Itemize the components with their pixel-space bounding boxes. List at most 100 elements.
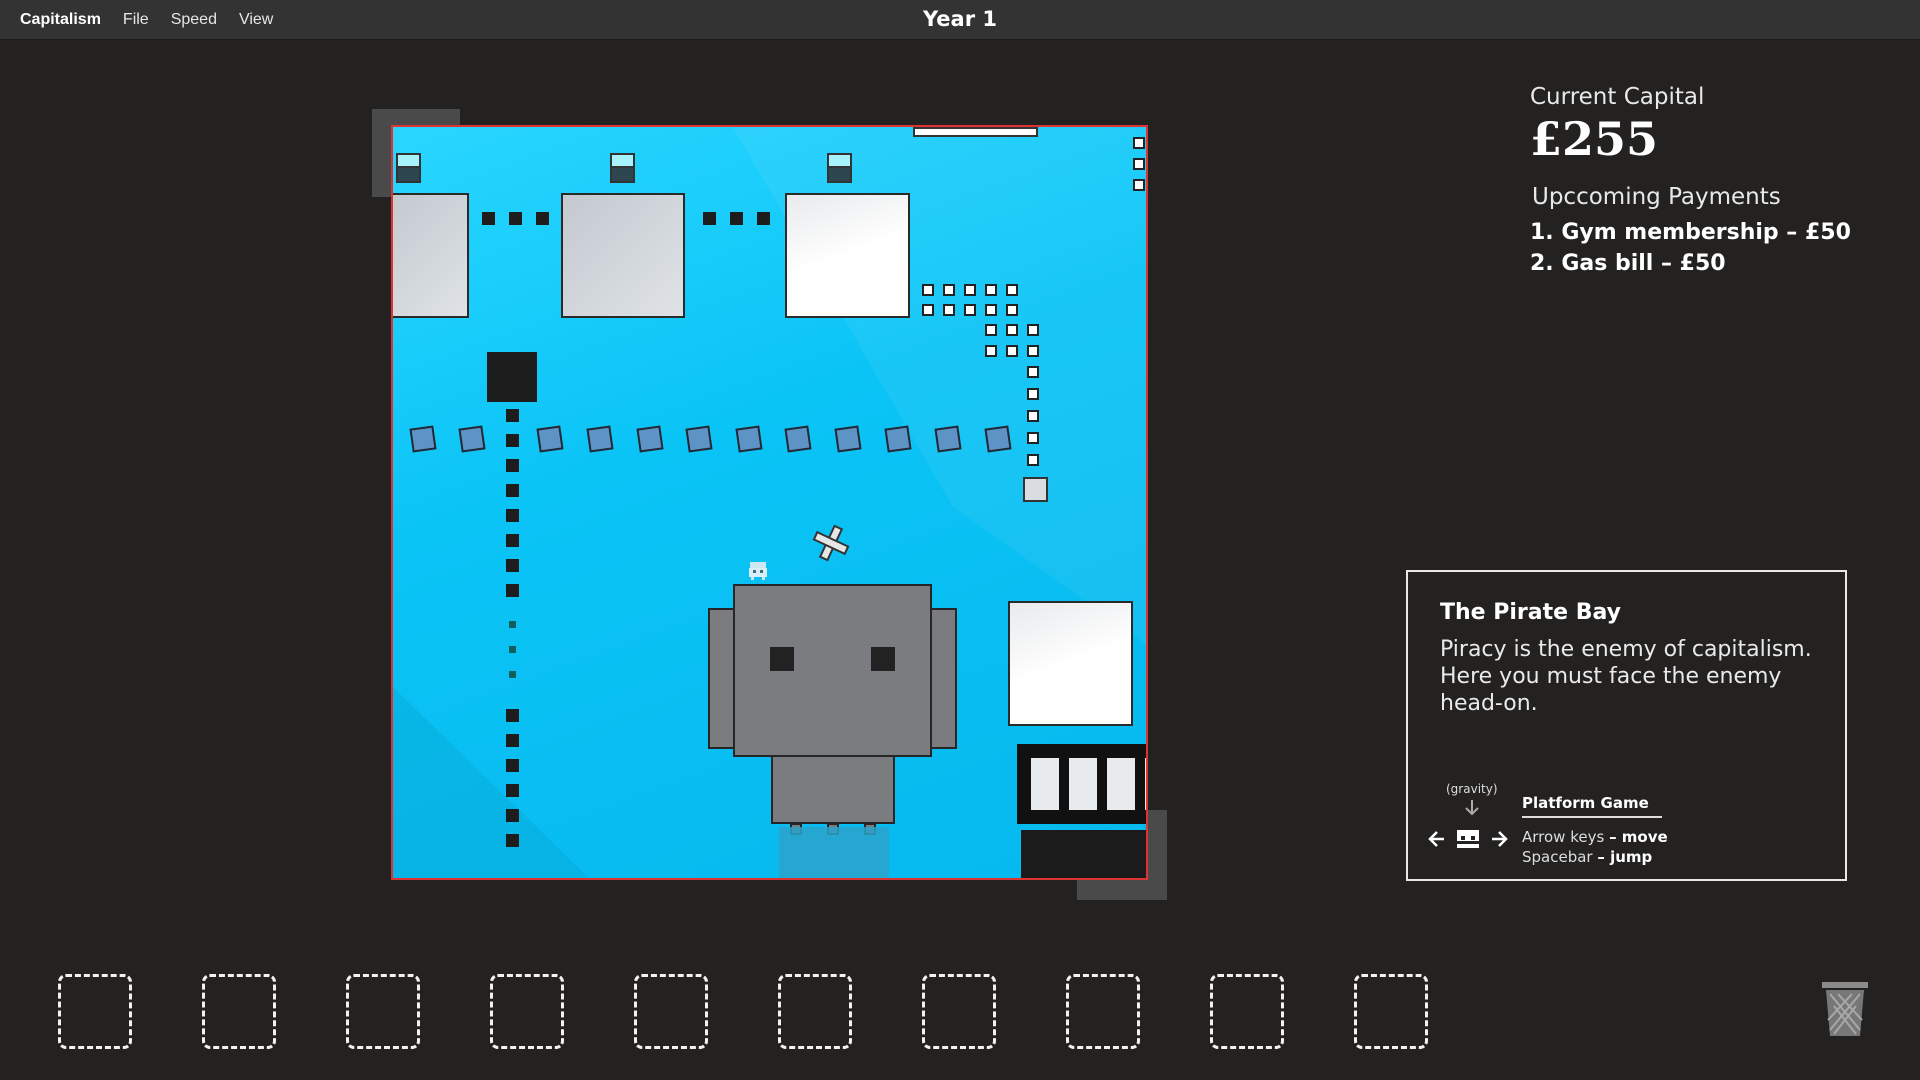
dot xyxy=(506,534,519,547)
boss-left-eye xyxy=(770,647,794,671)
boss-right-arm xyxy=(930,608,957,749)
dot xyxy=(506,784,519,797)
pirate-player-icon[interactable] xyxy=(746,558,770,582)
platform-panel xyxy=(561,193,685,318)
control-key: Arrow keys xyxy=(1522,828,1605,846)
dot xyxy=(506,834,519,847)
menu-view[interactable]: View xyxy=(239,11,273,29)
white-square xyxy=(922,284,934,296)
white-square xyxy=(985,304,997,316)
goal-block xyxy=(1023,477,1048,502)
dot xyxy=(506,484,519,497)
floating-square xyxy=(834,425,862,453)
floating-square xyxy=(536,425,564,453)
menu-speed[interactable]: Speed xyxy=(171,11,217,29)
dot xyxy=(506,409,519,422)
white-square xyxy=(943,304,955,316)
payment-item: 2. Gas bill – £50 xyxy=(1530,251,1726,276)
menu-app-name[interactable]: Capitalism xyxy=(20,11,101,29)
dot xyxy=(506,734,519,747)
dot xyxy=(506,434,519,447)
boss-left-arm xyxy=(708,608,735,749)
game-canvas[interactable] xyxy=(391,125,1148,880)
control-move: Arrow keys – move xyxy=(1522,828,1668,846)
white-square xyxy=(1027,432,1039,444)
dot xyxy=(536,212,549,225)
inventory-slot[interactable] xyxy=(1354,974,1428,1049)
menu: Capitalism File Speed View xyxy=(20,0,273,39)
dot-faded xyxy=(509,621,516,628)
controls-help: (gravity) Platform Game Arrow keys – mov… xyxy=(1428,782,1838,872)
white-square xyxy=(1027,388,1039,400)
boss-thruster xyxy=(779,827,889,878)
trash-icon[interactable] xyxy=(1820,980,1870,1038)
platform-panel xyxy=(1008,601,1133,726)
floating-square xyxy=(735,425,763,453)
inventory-slot[interactable] xyxy=(202,974,276,1049)
white-square xyxy=(964,284,976,296)
white-square xyxy=(1027,410,1039,422)
gravity-label: (gravity) xyxy=(1446,782,1498,796)
cross-collectible-icon xyxy=(812,524,850,562)
floating-square xyxy=(884,425,912,453)
inventory-slot[interactable] xyxy=(1066,974,1140,1049)
white-square xyxy=(1027,366,1039,378)
arrow-keys-icon xyxy=(1428,830,1508,848)
dot-faded xyxy=(509,671,516,678)
dot xyxy=(482,212,495,225)
dot xyxy=(506,709,519,722)
chip-icon xyxy=(396,153,421,185)
control-action: – jump xyxy=(1597,848,1653,866)
inventory-slot[interactable] xyxy=(634,974,708,1049)
inventory-slot[interactable] xyxy=(778,974,852,1049)
white-square xyxy=(964,304,976,316)
black-block xyxy=(487,352,537,402)
white-square xyxy=(1027,454,1039,466)
floating-square xyxy=(409,425,437,453)
floating-square xyxy=(685,425,713,453)
white-square xyxy=(1027,345,1039,357)
white-square xyxy=(943,284,955,296)
white-square xyxy=(1027,324,1039,336)
dot xyxy=(506,559,519,572)
dot xyxy=(506,759,519,772)
floating-square xyxy=(784,425,812,453)
inventory-slot[interactable] xyxy=(1210,974,1284,1049)
platform-panel xyxy=(393,193,469,318)
dot xyxy=(506,584,519,597)
floating-square xyxy=(984,425,1012,453)
payment-item: 1. Gym membership – £50 xyxy=(1530,220,1851,245)
striped-platform xyxy=(1017,744,1146,824)
white-square xyxy=(985,324,997,336)
white-square xyxy=(985,284,997,296)
floating-square xyxy=(586,425,614,453)
control-action: – move xyxy=(1609,828,1668,846)
dot xyxy=(757,212,770,225)
floating-square xyxy=(636,425,664,453)
inventory-slot[interactable] xyxy=(490,974,564,1049)
chip-icon xyxy=(827,153,852,185)
gravity-arrow-icon xyxy=(1465,800,1479,816)
floating-square xyxy=(458,425,486,453)
white-square xyxy=(985,345,997,357)
menu-bar: Capitalism File Speed View Year 1 xyxy=(0,0,1920,40)
game-description: Piracy is the enemy of capitalism. Here … xyxy=(1440,637,1812,716)
inventory-slot[interactable] xyxy=(58,974,132,1049)
menu-file[interactable]: File xyxy=(123,11,149,29)
control-jump: Spacebar – jump xyxy=(1522,848,1652,866)
edge-square xyxy=(1133,179,1145,191)
dot xyxy=(703,212,716,225)
chip-icon xyxy=(610,153,635,185)
inventory-slot[interactable] xyxy=(346,974,420,1049)
edge-square xyxy=(1133,137,1145,149)
progress-strip xyxy=(913,127,1038,137)
dot xyxy=(730,212,743,225)
inventory-slot[interactable] xyxy=(922,974,996,1049)
dot xyxy=(506,809,519,822)
game-title: The Pirate Bay xyxy=(1440,600,1621,625)
game-info-panel: The Pirate Bay Piracy is the enemy of ca… xyxy=(1406,570,1847,881)
white-square xyxy=(1006,324,1018,336)
stripe xyxy=(1031,758,1059,810)
dot xyxy=(506,459,519,472)
capital-label: Current Capital xyxy=(1530,84,1705,110)
